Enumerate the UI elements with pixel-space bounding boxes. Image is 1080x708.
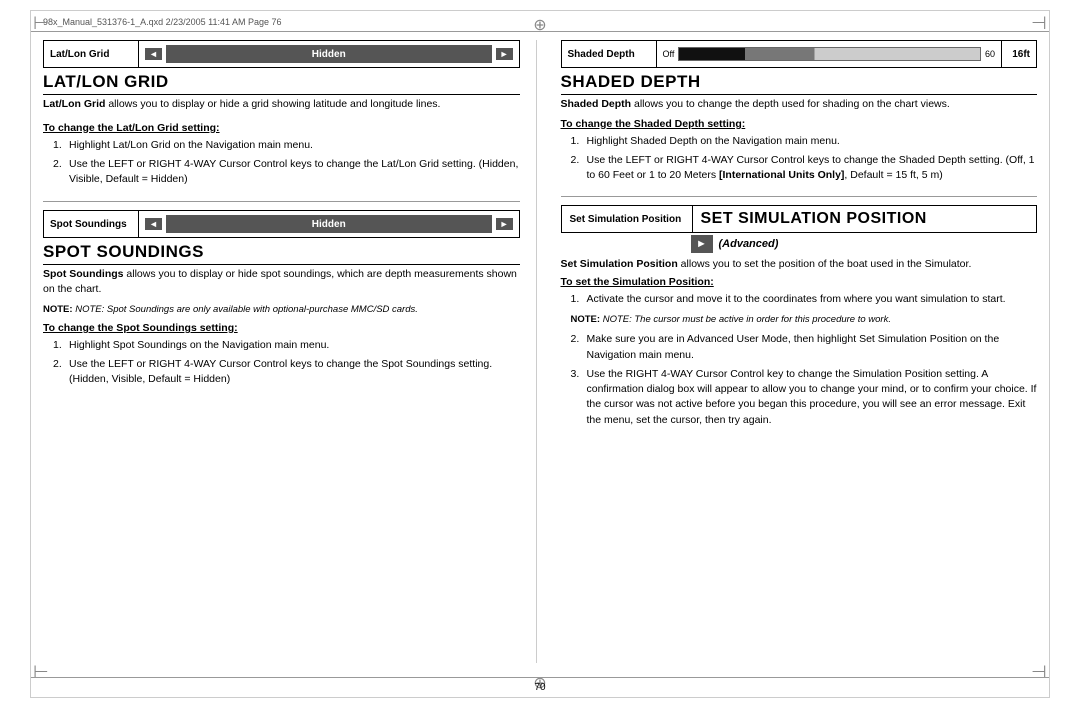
page-footer: 70 (31, 677, 1049, 697)
sim-advanced-row: ► (Advanced) (561, 233, 1038, 257)
sim-position-label: Set Simulation Position (562, 206, 692, 232)
left-divider (43, 201, 520, 202)
spot-soundings-title: SPOT SOUNDINGS (43, 242, 520, 265)
file-info: 98x_Manual_531376-1_A.qxd 2/23/2005 11:4… (43, 17, 282, 27)
shaded-depth-change-heading: To change the Shaded Depth setting: (561, 118, 1038, 130)
page-number: 70 (534, 682, 545, 693)
lat-lon-section: Lat/Lon Grid ◄ Hidden ► LAT/LON GRID (43, 40, 520, 187)
shaded-depth-section: Shaded Depth Off 60 16ft SHADED DEPTH Sh… (561, 40, 1038, 182)
spot-arrow-right[interactable]: ► (496, 218, 513, 230)
sim-title-area: SET SIMULATION POSITION (692, 206, 1037, 232)
sim-steps: Activate the cursor and move it to the c… (561, 292, 1038, 307)
corner-mark-tl: ⊢ (33, 13, 49, 34)
shaded-depth-slider[interactable]: Off 60 (657, 41, 1002, 67)
spot-soundings-section: Spot Soundings ◄ Hidden ► SPOT SOUNDINGS (43, 210, 520, 387)
left-column: Lat/Lon Grid ◄ Hidden ► LAT/LON GRID (43, 40, 537, 663)
shaded-depth-intro: Shaded Depth allows you to change the de… (561, 97, 1038, 112)
lat-lon-steps: Highlight Lat/Lon Grid on the Navigation… (43, 138, 520, 188)
lat-lon-title: LAT/LON GRID (43, 72, 520, 95)
spot-soundings-note: NOTE: NOTE: Spot Soundings are only avai… (43, 303, 520, 316)
slider-60-label: 60 (985, 49, 995, 59)
sim-intro: Set Simulation Position allows you to se… (561, 257, 1038, 272)
lat-lon-widget-control[interactable]: ◄ Hidden ► (139, 41, 519, 67)
corner-mark-tr: ⊢ (1031, 13, 1047, 34)
lat-lon-change-heading: To change the Lat/Lon Grid setting: (43, 122, 520, 134)
sim-widget-row: Set Simulation Position SET SIMULATION P… (561, 205, 1038, 233)
lat-lon-widget-label: Lat/Lon Grid (44, 41, 139, 67)
spot-soundings-widget-label: Spot Soundings (44, 211, 139, 237)
sim-change-heading: To set the Simulation Position: (561, 276, 1038, 288)
right-column: Shaded Depth Off 60 16ft SHADED DEPTH Sh… (557, 40, 1038, 663)
lat-lon-arrow-right[interactable]: ► (496, 48, 513, 60)
sim-note: NOTE: NOTE: The cursor must be active in… (561, 313, 1038, 326)
slider-off-label: Off (663, 49, 675, 59)
shaded-depth-title: SHADED DEPTH (561, 72, 1038, 95)
sim-arrow-box[interactable]: ► (691, 235, 713, 253)
content-area: Lat/Lon Grid ◄ Hidden ► LAT/LON GRID (31, 32, 1049, 663)
sim-steps-2-3: Make sure you are in Advanced User Mode,… (561, 332, 1038, 427)
depth-slider-bar[interactable] (678, 47, 981, 61)
page-container: ⊢ ⊢ ⊢ ⊢ ⊕ ⊕ 98x_Manual_531376-1_A.qxd 2/… (30, 10, 1050, 698)
lat-lon-intro: Lat/Lon Grid allows you to display or hi… (43, 97, 520, 112)
sim-position-section: Set Simulation Position SET SIMULATION P… (561, 205, 1038, 428)
shaded-depth-widget-label: Shaded Depth (562, 41, 657, 67)
sim-arrow-icon: ► (696, 238, 707, 250)
lat-lon-widget: Lat/Lon Grid ◄ Hidden ► (43, 40, 520, 68)
spot-soundings-widget-control[interactable]: ◄ Hidden ► (139, 211, 519, 237)
shaded-depth-widget: Shaded Depth Off 60 16ft (561, 40, 1038, 68)
lat-lon-hidden-label: Hidden (312, 49, 346, 60)
spot-hidden-label: Hidden (312, 219, 346, 230)
lat-lon-arrow-left[interactable]: ◄ (145, 48, 162, 60)
spot-arrow-left[interactable]: ◄ (145, 218, 162, 230)
spot-soundings-intro: Spot Soundings allows you to display or … (43, 267, 520, 296)
sim-position-title: SET SIMULATION POSITION (701, 210, 927, 228)
shaded-depth-value: 16ft (1001, 41, 1036, 67)
sim-advanced-label: (Advanced) (719, 238, 779, 250)
top-crosshair: ⊕ (533, 15, 546, 35)
right-divider (561, 196, 1038, 197)
spot-soundings-steps: Highlight Spot Soundings on the Navigati… (43, 338, 520, 388)
shaded-depth-steps: Highlight Shaded Depth on the Navigation… (561, 134, 1038, 183)
spot-soundings-change-heading: To change the Spot Soundings setting: (43, 322, 520, 334)
spot-soundings-widget: Spot Soundings ◄ Hidden ► (43, 210, 520, 238)
